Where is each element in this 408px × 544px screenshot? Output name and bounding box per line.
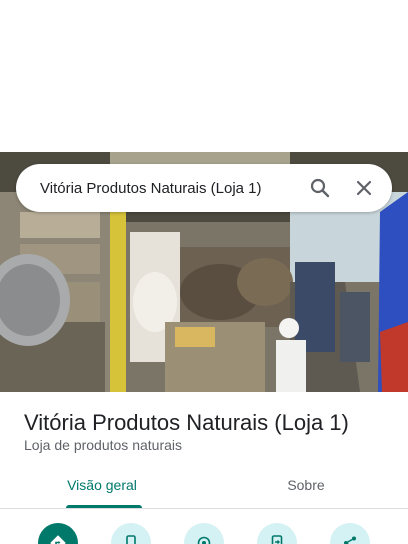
- close-icon[interactable]: [352, 176, 376, 200]
- directions-button[interactable]: [38, 523, 78, 544]
- share-button[interactable]: [330, 523, 370, 544]
- directions-icon: [50, 535, 66, 544]
- send-to-phone-button[interactable]: [257, 523, 297, 544]
- place-tabs: Visão geral Sobre: [0, 462, 408, 509]
- search-bar[interactable]: Vitória Produtos Naturais (Loja 1): [16, 164, 392, 212]
- phone-icon: [126, 535, 136, 544]
- call-button[interactable]: [111, 523, 151, 544]
- send-to-phone-icon: [271, 535, 283, 544]
- nearby-icon: [197, 536, 211, 544]
- tab-overview[interactable]: Visão geral: [0, 462, 204, 508]
- map-blank-area: [0, 0, 408, 152]
- place-category[interactable]: Loja de produtos naturais: [24, 437, 182, 453]
- tab-about[interactable]: Sobre: [204, 462, 408, 508]
- share-icon: [344, 536, 356, 544]
- nearby-button[interactable]: [184, 523, 224, 544]
- selected-tab-indicator: [66, 505, 142, 508]
- search-icon[interactable]: [308, 176, 332, 200]
- search-query[interactable]: Vitória Produtos Naturais (Loja 1): [40, 180, 392, 197]
- action-buttons-row: [0, 518, 408, 544]
- place-title: Vitória Produtos Naturais (Loja 1): [24, 410, 349, 435]
